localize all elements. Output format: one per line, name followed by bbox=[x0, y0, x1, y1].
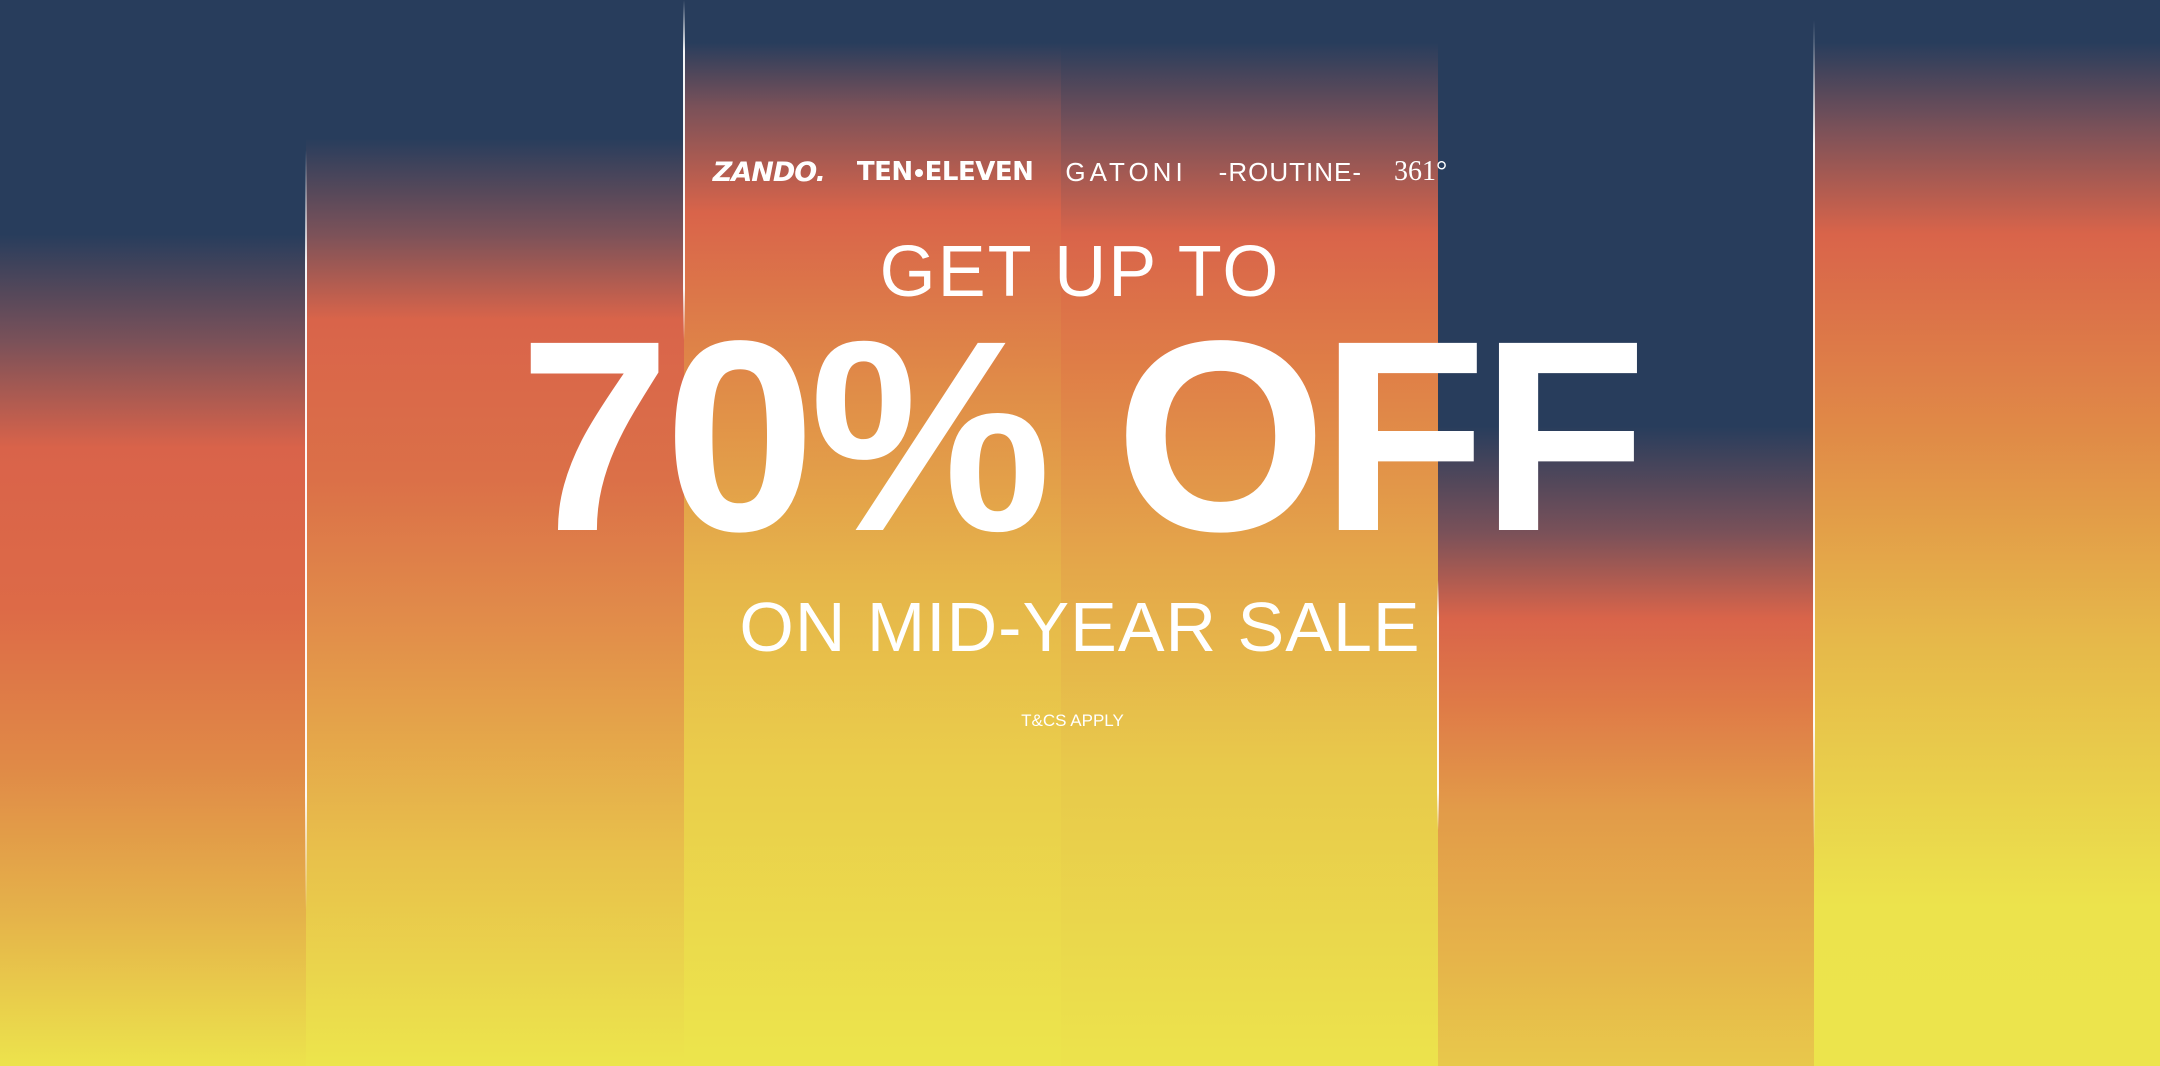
ten-eleven-logo-left: TEN bbox=[856, 157, 913, 187]
gatoni-logo[interactable]: GATONI bbox=[1065, 159, 1186, 185]
brand-logos: ZANDO. TEN ELEVEN GATONI -ROUTINE- 361° bbox=[0, 152, 2160, 192]
zando-logo[interactable]: ZANDO. bbox=[713, 159, 826, 186]
361-logo[interactable]: 361° bbox=[1394, 158, 1447, 186]
routine-logo[interactable]: -ROUTINE- bbox=[1219, 159, 1362, 185]
ten-eleven-logo[interactable]: TEN ELEVEN bbox=[857, 159, 1034, 185]
discount-headline: 70% OFF bbox=[519, 284, 1647, 588]
sale-subline: ON MID-YEAR SALE bbox=[739, 588, 1421, 666]
ten-eleven-logo-right: ELEVEN bbox=[924, 157, 1034, 187]
terms-link[interactable]: T&CS APPLY bbox=[0, 712, 2145, 729]
dot-icon bbox=[914, 168, 923, 177]
promo-banner[interactable]: ZANDO. TEN ELEVEN GATONI -ROUTINE- 361° G… bbox=[0, 0, 2160, 1066]
